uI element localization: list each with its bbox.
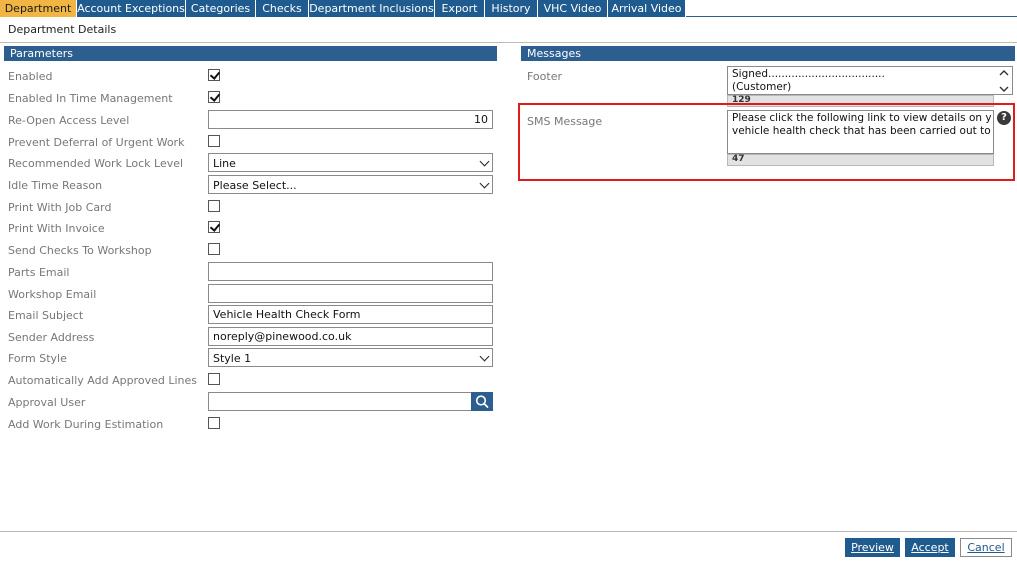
scroll-down-icon: [999, 86, 1009, 92]
parts-email-label: Parts Email: [8, 266, 70, 279]
approval-user-label: Approval User: [8, 396, 86, 409]
auto-add-approved-label: Automatically Add Approved Lines: [8, 374, 197, 387]
enabled-time-management-checkbox[interactable]: [208, 91, 220, 103]
enabled-checkbox[interactable]: [208, 69, 220, 81]
tab-vhc-video[interactable]: VHC Video: [538, 0, 608, 17]
preview-button[interactable]: Preview: [845, 538, 900, 557]
sms-highlight-box: [518, 103, 1015, 181]
workshop-email-input[interactable]: [208, 284, 493, 303]
tab-export[interactable]: Export: [435, 0, 485, 17]
search-icon: [475, 395, 489, 408]
enabled-time-management-label: Enabled In Time Management: [8, 92, 173, 105]
print-job-card-checkbox[interactable]: [208, 200, 220, 212]
parts-email-input[interactable]: [208, 262, 493, 281]
tab-account-exceptions[interactable]: Account Exceptions: [77, 0, 186, 17]
print-job-card-label: Print With Job Card: [8, 201, 112, 214]
footer-divider: [0, 531, 1017, 532]
add-work-estimation-label: Add Work During Estimation: [8, 418, 164, 431]
send-checks-workshop-checkbox[interactable]: [208, 243, 220, 255]
footer-text: Signed..................................…: [732, 68, 885, 93]
page-title: Department Details: [8, 23, 117, 36]
tab-department[interactable]: Department: [0, 0, 77, 17]
sender-address-label: Sender Address: [8, 331, 95, 344]
work-lock-level-value: Line: [213, 157, 236, 170]
tab-arrival-video[interactable]: Arrival Video: [608, 0, 686, 17]
prevent-deferral-label: Prevent Deferral of Urgent Work: [8, 136, 185, 149]
form-style-value: Style 1: [213, 352, 252, 365]
email-subject-input[interactable]: Vehicle Health Check Form: [208, 305, 493, 324]
idle-time-reason-select[interactable]: Please Select...: [208, 175, 493, 194]
scroll-up-icon: [999, 70, 1009, 76]
footer-label: Footer: [527, 70, 562, 83]
tab-checks[interactable]: Checks: [256, 0, 309, 17]
work-lock-level-select[interactable]: Line: [208, 153, 493, 172]
approval-user-input[interactable]: [208, 392, 472, 411]
reopen-access-level-input[interactable]: 10: [208, 110, 493, 129]
enabled-label: Enabled: [8, 70, 53, 83]
tab-categories[interactable]: Categories: [186, 0, 256, 17]
tab-department-inclusions[interactable]: Department Inclusions: [309, 0, 435, 17]
messages-header: Messages: [521, 46, 1015, 61]
auto-add-approved-checkbox[interactable]: [208, 373, 220, 385]
chevron-down-icon: [479, 156, 490, 167]
send-checks-workshop-label: Send Checks To Workshop: [8, 244, 152, 257]
prevent-deferral-checkbox[interactable]: [208, 135, 220, 147]
form-style-select[interactable]: Style 1: [208, 348, 493, 367]
chevron-down-icon: [479, 351, 490, 362]
footer-scrollbar[interactable]: [997, 68, 1011, 94]
print-invoice-label: Print With Invoice: [8, 222, 105, 235]
parameters-header: Parameters: [4, 46, 497, 61]
cancel-button[interactable]: Cancel: [960, 538, 1012, 557]
footer-textarea[interactable]: Signed..................................…: [727, 66, 1013, 95]
form-style-label: Form Style: [8, 352, 67, 365]
tab-bar: Department Account Exceptions Categories…: [0, 0, 1017, 17]
tab-history[interactable]: History: [485, 0, 538, 17]
add-work-estimation-checkbox[interactable]: [208, 417, 220, 429]
email-subject-label: Email Subject: [8, 309, 84, 322]
chevron-down-icon: [479, 178, 490, 189]
workshop-email-label: Workshop Email: [8, 288, 97, 301]
sender-address-input[interactable]: noreply@pinewood.co.uk: [208, 327, 493, 346]
accept-button[interactable]: Accept: [905, 538, 955, 557]
print-invoice-checkbox[interactable]: [208, 221, 220, 233]
idle-time-reason-label: Idle Time Reason: [8, 179, 103, 192]
approval-user-search-button[interactable]: [471, 392, 493, 411]
title-divider: [0, 42, 1017, 43]
reopen-access-level-label: Re-Open Access Level: [8, 114, 130, 127]
idle-time-reason-value: Please Select...: [213, 179, 297, 192]
work-lock-level-label: Recommended Work Lock Level: [8, 157, 184, 170]
